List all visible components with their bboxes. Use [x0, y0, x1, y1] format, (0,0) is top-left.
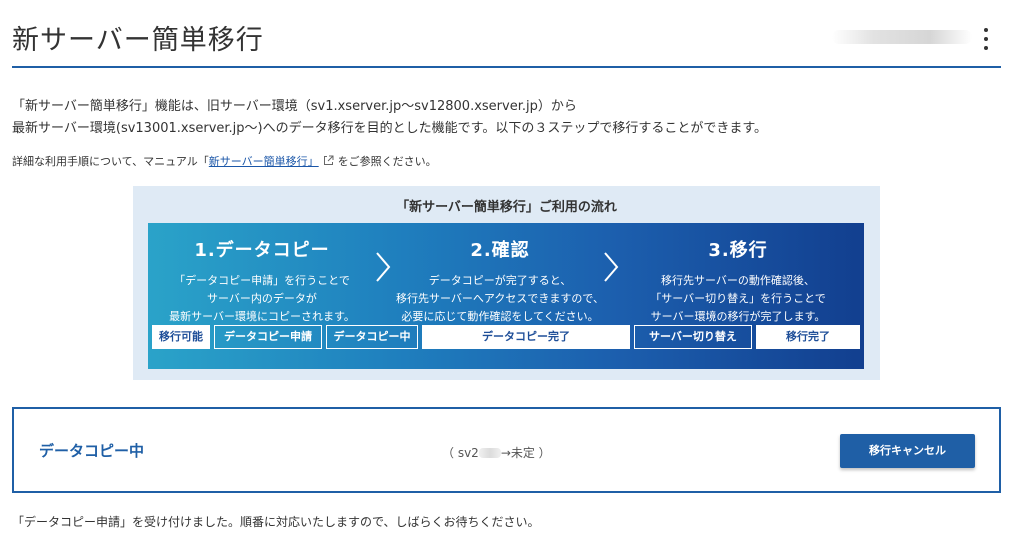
server-suffix: →未定 ） — [500, 446, 551, 460]
step-title: 1.データコピー — [194, 240, 330, 261]
stage-copy-complete: データコピー完了 — [422, 325, 630, 349]
flow-panel: 1.データコピー 「データコピー申請」を行うことで サーバー内のデータが 最新サーバ… — [148, 223, 864, 369]
page-header: 新サーバー簡単移行 — [12, 0, 1001, 68]
stage-migration-complete: 移行完了 — [756, 325, 860, 349]
description-line-1: 「新サーバー簡単移行」機能は、旧サーバー環境（sv1.xserver.jp～sv… — [12, 99, 577, 114]
stage-server-switch: サーバー切り替え — [634, 325, 752, 349]
manual-prefix: 詳細な利用手順について、マニュアル「 — [12, 155, 209, 168]
step-description: 「データコピー申請」を行うことで サーバー内のデータが 最新サーバー環境にコピーされ… — [169, 274, 355, 323]
external-link-icon[interactable] — [323, 155, 334, 166]
step-data-copy: 1.データコピー 「データコピー申請」を行うことで サーバー内のデータが 最新サーバ… — [152, 223, 372, 326]
flow-title: 「新サーバー簡単移行」ご利用の流れ — [396, 200, 617, 215]
progress-bar: 移行可能 データコピー申請 データコピー中 データコピー完了 サーバー切り替え … — [152, 325, 860, 349]
step-description: 移行先サーバーの動作確認後、 「サーバー切り替え」を行うことで サーバー環境の移行が… — [650, 274, 826, 323]
manual-link[interactable]: 新サーバー簡単移行」 — [209, 155, 319, 168]
cancel-migration-button[interactable]: 移行キャンセル — [840, 434, 975, 468]
step-title: 2.確認 — [470, 240, 530, 261]
migration-status-panel: データコピー中 （ sv2 →未定 ） 移行キャンセル — [12, 407, 1001, 493]
stage-copying: データコピー中 — [326, 325, 418, 349]
stage-migratable: 移行可能 — [152, 325, 210, 349]
step-confirm: 2.確認 データコピーが完了すると、 移行先サーバーへアクセスできますので、 必要に… — [390, 223, 610, 326]
server-info: （ sv2 →未定 ） — [442, 444, 551, 461]
chevron-right-icon — [604, 252, 619, 282]
notice-text: 「データコピー申請」を受け付けました。順番に対応いたしますので、しばらくお待ちく… — [12, 515, 540, 529]
masked-account-name — [832, 30, 972, 44]
stage-copy-request: データコピー申請 — [214, 325, 322, 349]
page-title: 新サーバー簡単移行 — [12, 25, 264, 56]
manual-reference: 詳細な利用手順について、マニュアル「新サーバー簡単移行」 をご参照ください。 — [12, 153, 437, 169]
masked-server-number — [478, 448, 501, 458]
manual-suffix: をご参照ください。 — [337, 155, 437, 168]
usage-flow-diagram: 「新サーバー簡単移行」ご利用の流れ 1.データコピー 「データコピー申請」を行う… — [133, 186, 880, 380]
step-migrate: 3.移行 移行先サーバーの動作確認後、 「サーバー切り替え」を行うことで サーバー環… — [628, 223, 848, 326]
description-line-2: 最新サーバー環境(sv13001.xserver.jp～)へのデータ移行を目的と… — [12, 121, 768, 136]
more-vert-icon[interactable] — [981, 28, 991, 50]
step-title: 3.移行 — [708, 240, 768, 261]
server-prefix: （ sv2 — [442, 446, 479, 460]
step-description: データコピーが完了すると、 移行先サーバーへアクセスできますので、 必要に応じて動作… — [396, 274, 604, 323]
status-label: データコピー中 — [39, 442, 145, 460]
